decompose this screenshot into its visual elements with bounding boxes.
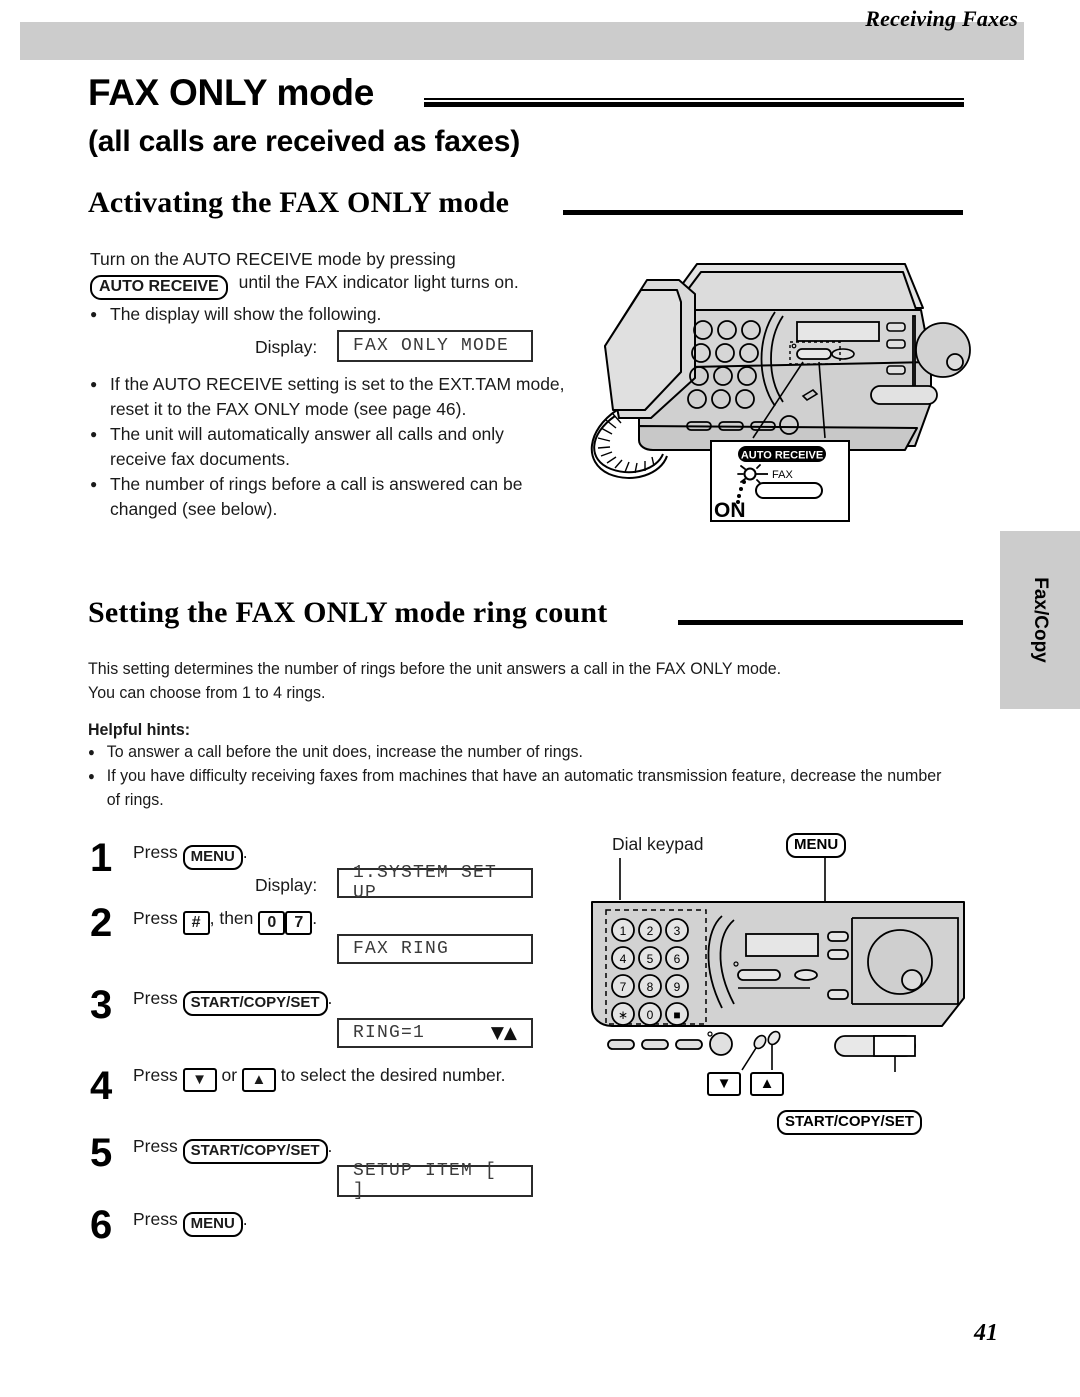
- lcd-fax-ring-text: FAX RING: [353, 939, 450, 959]
- activating-bullet-2: The unit will automatically answer all c…: [90, 422, 560, 472]
- activating-bullet-0: The display will show the following.: [90, 302, 570, 327]
- section-heading-ringcount-rule: [678, 620, 963, 625]
- activating-intro-line2-text: until the FAX indicator light turns on.: [238, 272, 519, 292]
- svg-text:0: 0: [647, 1008, 654, 1022]
- callout-on-label: ON: [714, 499, 746, 522]
- lcd-fax-only-mode: FAX ONLY MODE: [337, 330, 533, 362]
- page-title-rule: [424, 98, 964, 110]
- start-copy-set-callout: START/COPY/SET: [777, 1110, 922, 1135]
- ringcount-paragraph-line1: This setting determines the number of ri…: [88, 659, 782, 678]
- dial-keypad-label: Dial keypad: [612, 834, 704, 854]
- step-2-number: 2: [90, 901, 113, 945]
- down-arrow-callout: ▼: [707, 1072, 741, 1096]
- helpful-hint-1: If you have difficulty receiving faxes f…: [88, 764, 953, 812]
- svg-text:∗: ∗: [618, 1008, 628, 1022]
- step-5-number: 5: [90, 1131, 113, 1175]
- lcd-ring-arrows: ▼▲: [490, 1023, 517, 1043]
- step-1-number: 1: [90, 836, 113, 880]
- step-1-text: Press MENU.: [133, 840, 248, 870]
- step-4-or-label: or: [221, 1065, 238, 1085]
- activating-bullet-3: The number of rings before a call is ans…: [90, 472, 570, 522]
- section-heading-activating: Activating the FAX ONLY mode: [88, 186, 510, 219]
- display-label-top: Display:: [255, 337, 318, 357]
- menu-key-step6[interactable]: MENU: [182, 1212, 243, 1237]
- manual-page: Receiving Faxes FAX ONLY mode (all calls…: [0, 0, 1080, 1397]
- step-6-press-label: Press: [133, 1209, 178, 1229]
- svg-text:3: 3: [674, 924, 681, 938]
- step-6-text: Press MENU.: [133, 1207, 248, 1237]
- step-3-text: Press START/COPY/SET.: [133, 986, 332, 1016]
- auto-receive-key[interactable]: AUTO RECEIVE: [90, 275, 228, 300]
- start-copy-set-key-callout[interactable]: START/COPY/SET: [777, 1110, 922, 1135]
- digit-key-0[interactable]: 0: [258, 911, 286, 935]
- svg-text:AUTO RECEIVE: AUTO RECEIVE: [741, 450, 823, 462]
- helpful-hints-title: Helpful hints:: [88, 720, 191, 739]
- step-5-period: .: [327, 1136, 333, 1156]
- start-copy-set-key-step3[interactable]: START/COPY/SET: [182, 991, 328, 1016]
- side-tab-label: Fax/Copy: [1030, 577, 1051, 663]
- lcd-ring-equals: RING=1 ▼▲: [337, 1018, 533, 1048]
- digit-key-7[interactable]: 7: [285, 911, 313, 935]
- step-1-period: .: [242, 842, 248, 862]
- lcd-ring-equals-text: RING=1: [353, 1023, 426, 1043]
- svg-text:6: 6: [674, 952, 681, 966]
- step-4-tail-label: to select the desired number.: [280, 1065, 506, 1085]
- menu-key-step1[interactable]: MENU: [182, 845, 243, 870]
- step-5-press-label: Press: [133, 1136, 178, 1156]
- svg-text:4: 4: [620, 952, 627, 966]
- up-arrow-callout: ▲: [750, 1072, 784, 1096]
- page-title: FAX ONLY mode: [88, 72, 375, 113]
- step-4-number: 4: [90, 1064, 113, 1108]
- svg-text:■: ■: [673, 1008, 680, 1022]
- step-2-text: Press #, then 07.: [133, 906, 317, 935]
- start-copy-set-key-step5[interactable]: START/COPY/SET: [182, 1139, 328, 1164]
- svg-text:7: 7: [620, 980, 627, 994]
- svg-text:9: 9: [674, 980, 681, 994]
- step-5-text: Press START/COPY/SET.: [133, 1134, 332, 1164]
- page-subtitle: (all calls are received as faxes): [88, 125, 521, 158]
- running-head-title: Receiving Faxes: [865, 6, 1018, 31]
- activating-intro-line1: Turn on the AUTO RECEIVE mode by pressin…: [90, 249, 456, 269]
- side-tab-fax-copy: Fax/Copy: [1000, 531, 1080, 709]
- lcd-setup-item: SETUP ITEM [ ]: [337, 1161, 533, 1201]
- svg-text:2: 2: [647, 924, 654, 938]
- lcd-fax-ring: FAX RING: [337, 934, 533, 964]
- section-heading-ringcount: Setting the FAX ONLY mode ring count: [88, 596, 608, 629]
- step-2-then-label: , then: [209, 908, 254, 928]
- step-4-press-label: Press: [133, 1065, 178, 1085]
- svg-text:1: 1: [620, 924, 627, 938]
- lcd-fax-only-mode-text: FAX ONLY MODE: [353, 336, 510, 356]
- ringcount-paragraph-line2: You can choose from 1 to 4 rings.: [88, 683, 326, 702]
- control-panel-illustration: 1 2 3 4 5 6 7 8 9 ∗ 0 ■: [590, 858, 980, 1073]
- step-2-period: .: [312, 908, 318, 928]
- up-arrow-key-step4[interactable]: ▲: [241, 1068, 276, 1092]
- display-label-step1: Display:: [255, 875, 318, 895]
- down-arrow-key-step4[interactable]: ▼: [182, 1068, 217, 1092]
- hash-key[interactable]: #: [182, 911, 210, 935]
- page-number: 41: [974, 1320, 998, 1346]
- lcd-setup-item-text: SETUP ITEM [ ]: [353, 1161, 498, 1201]
- menu-callout-key: MENU: [786, 833, 847, 858]
- step-3-number: 3: [90, 983, 113, 1027]
- down-arrow-key-callout[interactable]: ▼: [707, 1072, 741, 1096]
- svg-text:8: 8: [647, 980, 654, 994]
- step-6-number: 6: [90, 1203, 113, 1247]
- step-6-period: .: [242, 1209, 248, 1229]
- helpful-hint-0: To answer a call before the unit does, i…: [88, 740, 934, 765]
- lcd-system-set-up-text: 1.SYSTEM SET UP: [353, 863, 498, 903]
- svg-text:FAX: FAX: [772, 469, 793, 481]
- step-1-press-label: Press: [133, 842, 178, 862]
- step-3-period: .: [327, 988, 333, 1008]
- activating-intro-line2: AUTO RECEIVE until the FAX indicator lig…: [90, 270, 560, 300]
- activating-bullet-1: If the AUTO RECEIVE setting is set to th…: [90, 372, 572, 422]
- svg-text:5: 5: [647, 952, 654, 966]
- step-4-text: Press ▼ or ▲ to select the desired numbe…: [133, 1063, 506, 1092]
- section-heading-activating-rule: [563, 210, 963, 215]
- step-3-press-label: Press: [133, 988, 178, 1008]
- lcd-system-set-up: 1.SYSTEM SET UP: [337, 863, 533, 903]
- menu-key-callout[interactable]: MENU: [786, 833, 847, 858]
- step-2-press-label: Press: [133, 908, 178, 928]
- up-arrow-key-callout[interactable]: ▲: [750, 1072, 784, 1096]
